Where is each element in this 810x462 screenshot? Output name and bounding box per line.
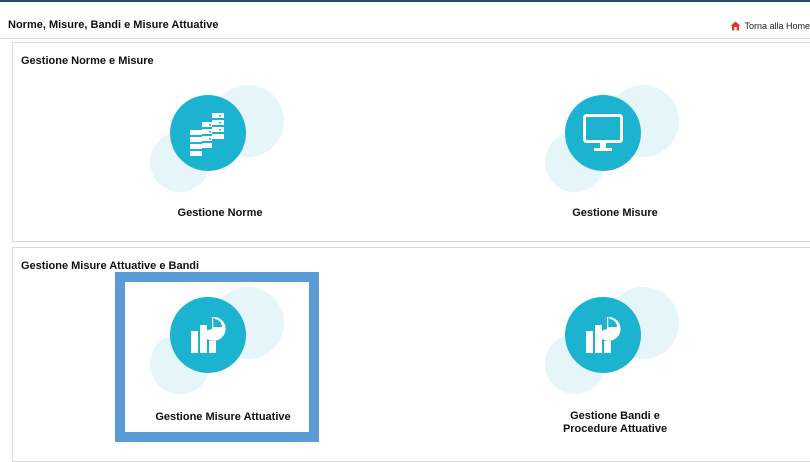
tile-label-line1: Gestione Bandi e <box>570 410 660 422</box>
tile-label: Gestione Norme <box>177 207 263 219</box>
page-header: Norme, Misure, Bandi e Misure Attuative … <box>0 2 810 39</box>
home-link[interactable]: Torna alla Home <box>730 21 810 31</box>
tile-label: Gestione Misure Attuative <box>155 411 291 423</box>
tile-circle <box>565 297 641 373</box>
monitor-icon <box>583 114 623 151</box>
home-icon <box>730 21 741 31</box>
tile-gestione-norme[interactable]: Gestione Norme <box>150 80 290 230</box>
tile-label: Gestione Misure <box>572 207 658 219</box>
page-title: Norme, Misure, Bandi e Misure Attuative <box>8 19 219 31</box>
chart-report-icon <box>191 316 226 353</box>
section-title: Gestione Norme e Misure <box>21 55 154 67</box>
section-title: Gestione Misure Attuative e Bandi <box>21 260 200 272</box>
section-norme-misure: Gestione Norme e Misure <box>12 42 810 242</box>
tile-gestione-misure[interactable]: Gestione Misure <box>545 80 685 230</box>
tile-circle <box>170 297 246 373</box>
home-link-label: Torna alla Home <box>744 21 810 31</box>
chart-report-icon <box>586 316 621 353</box>
server-stack-icon <box>190 113 224 156</box>
tile-circle <box>565 95 641 171</box>
tile-label-line2: Procedure Attuative <box>562 423 668 435</box>
tile-label: Gestione Bandi e Procedure Attuative <box>535 410 695 436</box>
tile-gestione-misure-attuative[interactable]: Gestione Misure Attuative <box>148 282 298 432</box>
tile-circle <box>170 95 246 171</box>
tile-gestione-bandi[interactable]: Gestione Bandi e Procedure Attuative <box>545 282 685 442</box>
